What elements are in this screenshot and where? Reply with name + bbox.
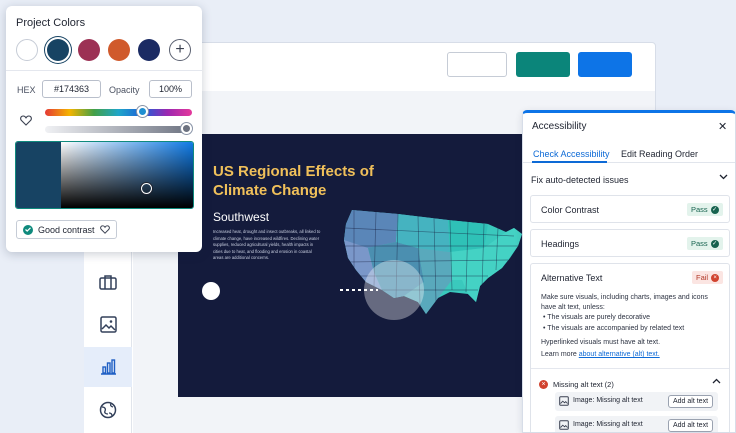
accessibility-panel: Accessibility ✕ Check Accessibility Edit… bbox=[522, 110, 736, 433]
alt-text-description: Make sure visuals, including charts, ima… bbox=[541, 294, 708, 311]
add-swatch-button[interactable]: + bbox=[169, 39, 191, 61]
chevron-up-icon[interactable] bbox=[712, 377, 721, 386]
us-map-image[interactable] bbox=[338, 206, 524, 346]
globe-tool[interactable] bbox=[84, 390, 132, 430]
slide-title[interactable]: US Regional Effects of Climate Change bbox=[213, 162, 393, 200]
picker-divider bbox=[6, 70, 202, 71]
status-text: Fail bbox=[696, 273, 709, 282]
opacity-slider[interactable] bbox=[45, 126, 192, 133]
status-text: Pass bbox=[691, 205, 708, 214]
tab-check-accessibility[interactable]: Check Accessibility bbox=[533, 149, 610, 159]
image-icon bbox=[559, 396, 569, 406]
heart-icon[interactable] bbox=[20, 115, 32, 126]
image-icon bbox=[559, 420, 569, 430]
missing-alt-label: Image: Missing alt text bbox=[573, 397, 643, 404]
teal-action-button[interactable] bbox=[516, 52, 570, 77]
close-icon: × bbox=[711, 273, 720, 282]
hue-slider-handle[interactable] bbox=[137, 106, 148, 117]
opacity-slider-handle[interactable] bbox=[181, 123, 192, 134]
globe-icon bbox=[99, 401, 117, 419]
color-picker-panel: Project Colors + HEX #174363 Opacity 100… bbox=[6, 6, 202, 252]
close-icon[interactable]: ✕ bbox=[718, 120, 727, 133]
hotspot-marker[interactable] bbox=[202, 282, 220, 300]
swatch-navy-selected[interactable] bbox=[47, 39, 69, 61]
opacity-input[interactable]: 100% bbox=[149, 80, 192, 98]
primary-action-button[interactable] bbox=[578, 52, 632, 77]
add-alt-text-button[interactable]: Add alt text bbox=[668, 419, 714, 432]
opacity-label: Opacity bbox=[109, 85, 140, 95]
add-alt-text-button[interactable]: Add alt text bbox=[668, 395, 714, 408]
check-label: Headings bbox=[541, 239, 580, 249]
panel-tabs: Check Accessibility Edit Reading Order bbox=[523, 141, 735, 163]
image-icon bbox=[99, 315, 117, 333]
swatch-orange[interactable] bbox=[108, 39, 130, 61]
briefcase-icon bbox=[99, 275, 117, 290]
saturation-value-area[interactable] bbox=[61, 142, 193, 208]
plus-icon: + bbox=[175, 41, 185, 58]
slide-subtitle[interactable]: Southwest bbox=[213, 210, 269, 224]
hex-input[interactable]: #174363 bbox=[42, 80, 101, 98]
swatch-dark-blue[interactable] bbox=[138, 39, 160, 61]
learn-more-row: Learn more about alternative (alt) text. bbox=[541, 351, 660, 358]
bullet-text: The visuals are purely decorative bbox=[547, 314, 650, 321]
contrast-label: Good contrast bbox=[38, 224, 95, 235]
color-field[interactable] bbox=[15, 141, 194, 209]
contrast-chip[interactable]: Good contrast bbox=[16, 220, 117, 239]
learn-more-prefix: Learn more bbox=[541, 351, 577, 358]
missing-alt-item[interactable]: Image: Missing alt text Add alt text bbox=[555, 392, 718, 411]
check-icon bbox=[23, 224, 33, 235]
outline-action-button[interactable] bbox=[447, 52, 507, 77]
bullet-item: • The visuals are purely decorative bbox=[543, 314, 650, 321]
fix-section-header[interactable]: Fix auto-detected issues bbox=[531, 175, 629, 185]
check-icon: ✓ bbox=[710, 239, 719, 248]
check-color-contrast[interactable]: Color Contrast Pass ✓ bbox=[530, 195, 730, 223]
missing-alt-item[interactable]: Image: Missing alt text Add alt text bbox=[555, 416, 718, 432]
check-label: Color Contrast bbox=[541, 205, 600, 215]
slide-canvas[interactable]: US Regional Effects of Climate Change So… bbox=[178, 134, 524, 397]
status-badge: Fail × bbox=[692, 271, 724, 284]
swatch-white[interactable] bbox=[16, 39, 38, 61]
status-badge: Pass ✓ bbox=[687, 237, 723, 250]
bar-chart-icon bbox=[100, 359, 116, 375]
hyperlink-note: Hyperlinked visuals must have alt text. bbox=[541, 339, 661, 346]
card-divider bbox=[531, 368, 729, 369]
image-tool[interactable] bbox=[84, 304, 132, 344]
heart-icon bbox=[99, 225, 110, 234]
current-color-preview bbox=[16, 142, 61, 208]
tab-edit-reading-order[interactable]: Edit Reading Order bbox=[621, 149, 698, 159]
alt-text-help-link[interactable]: about alternative (alt) text. bbox=[579, 351, 660, 358]
check-headings[interactable]: Headings Pass ✓ bbox=[530, 229, 730, 257]
bullet-item: • The visuals are accompanied by related… bbox=[543, 325, 685, 332]
left-toolbar bbox=[84, 250, 132, 433]
saturation-value-handle[interactable] bbox=[141, 183, 152, 194]
error-icon: × bbox=[539, 380, 548, 389]
picker-title: Project Colors bbox=[16, 17, 86, 29]
check-label: Alternative Text bbox=[541, 273, 603, 283]
panel-title: Accessibility bbox=[532, 121, 587, 132]
active-tab-indicator bbox=[532, 161, 607, 163]
status-badge: Pass ✓ bbox=[687, 203, 723, 216]
hue-slider[interactable] bbox=[45, 109, 192, 116]
briefcase-tool[interactable] bbox=[84, 262, 132, 302]
bullet-text: The visuals are accompanied by related t… bbox=[547, 325, 685, 332]
check-icon: ✓ bbox=[710, 205, 719, 214]
slide-body-text[interactable]: Increased heat, drought and insect outbr… bbox=[213, 229, 321, 262]
missing-alt-label: Image: Missing alt text bbox=[573, 421, 643, 428]
missing-alt-text-label: Missing alt text (2) bbox=[553, 380, 614, 389]
missing-alt-text-header[interactable]: × Missing alt text (2) bbox=[539, 380, 614, 389]
chevron-down-icon[interactable] bbox=[719, 172, 728, 181]
chart-tool[interactable] bbox=[84, 347, 132, 387]
swatch-berry[interactable] bbox=[78, 39, 100, 61]
status-text: Pass bbox=[691, 239, 708, 248]
hex-label: HEX bbox=[17, 85, 36, 95]
